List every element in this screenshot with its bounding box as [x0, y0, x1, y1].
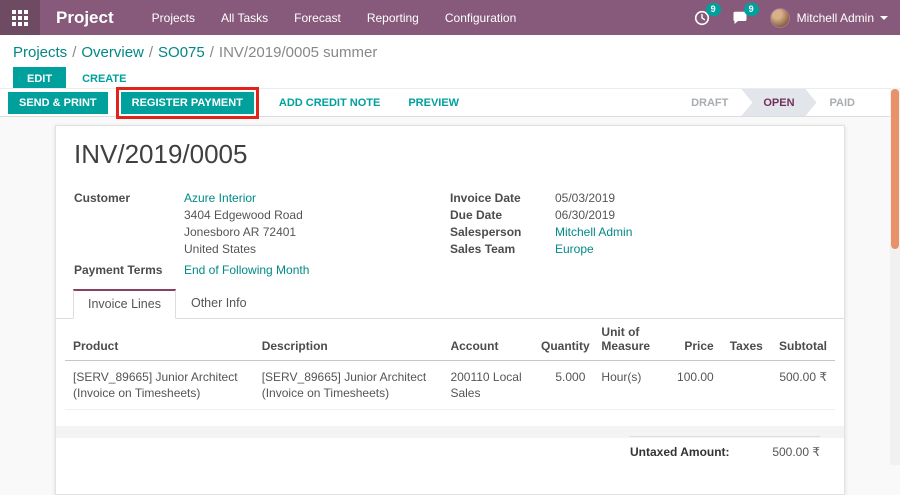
user-menu[interactable]: Mitchell Admin: [797, 11, 874, 25]
messages-button[interactable]: 9: [732, 2, 759, 26]
cell-product: [SERV_89665] Junior Architect (Invoice o…: [65, 360, 254, 410]
control-panel: Projects / Overview / SO075/INV/2019/0005 su…: [0, 35, 900, 114]
invoice-lines-table: Product Description Account Quantity Uni…: [65, 319, 835, 410]
apps-menu-button[interactable]: [0, 0, 40, 35]
invoice-sheet: INV/2019/0005 Customer Azure Interior 34…: [55, 125, 845, 495]
status-pipeline: DRAFT OPEN PAID: [678, 89, 868, 116]
app-name[interactable]: Project: [56, 8, 114, 28]
register-payment-highlight: REGISTER PAYMENT: [115, 86, 259, 119]
activities-button[interactable]: 9: [694, 2, 721, 26]
table-header-row: Product Description Account Quantity Uni…: [65, 319, 835, 361]
preview-button[interactable]: PREVIEW: [408, 97, 459, 109]
menu-item-all-tasks[interactable]: All Tasks: [221, 11, 268, 25]
payment-terms-label: Payment Terms: [74, 263, 163, 277]
status-draft[interactable]: DRAFT: [678, 89, 741, 116]
messages-badge: 9: [743, 2, 759, 16]
invoice-number: INV/2019/0005: [74, 139, 248, 169]
payment-terms-link[interactable]: End of Following Month: [184, 262, 309, 279]
due-date-label: Due Date: [450, 208, 503, 222]
activities-badge: 9: [705, 2, 721, 16]
cell-price: 100.00: [665, 360, 722, 410]
invoice-date-label: Invoice Date: [450, 191, 521, 205]
col-unit-of-measure[interactable]: Unit of Measure: [593, 319, 666, 361]
tab-other-info[interactable]: Other Info: [176, 289, 262, 319]
salesperson-label: Salesperson: [450, 225, 522, 239]
status-paid[interactable]: PAID: [817, 89, 868, 116]
customer-address-line: United States: [184, 242, 257, 256]
vertical-scrollbar[interactable]: [890, 88, 900, 465]
col-price[interactable]: Price: [665, 319, 722, 361]
invoice-statusbar: SEND & PRINT REGISTER PAYMENT ADD CREDIT…: [0, 86, 900, 119]
untaxed-amount-label: Untaxed Amount:: [630, 445, 730, 459]
due-date-value: 06/30/2019: [555, 208, 616, 222]
cell-taxes: [721, 360, 764, 410]
customer-label: Customer: [74, 191, 131, 205]
breadcrumb-overview[interactable]: Overview: [81, 44, 144, 61]
breadcrumb-so075[interactable]: SO075: [158, 44, 205, 61]
sales-team-label: Sales Team: [450, 242, 516, 256]
menu-item-reporting[interactable]: Reporting: [367, 11, 419, 25]
breadcrumb: Projects / Overview / SO075/INV/2019/0005 su…: [13, 44, 378, 61]
notebook-tabs: Invoice Lines Other Info: [56, 289, 844, 319]
tab-invoice-lines[interactable]: Invoice Lines: [73, 289, 176, 319]
invoice-fields-right: Invoice Date 05/03/2019 Due Date 06/30/2…: [450, 190, 826, 279]
cell-description: [SERV_89665] Junior Architect (Invoice o…: [253, 360, 443, 410]
cell-account: 200110 Local Sales: [442, 360, 534, 410]
customer-link[interactable]: Azure Interior: [184, 191, 256, 205]
scrollbar-thumb[interactable]: [891, 89, 899, 249]
invoice-totals: Untaxed Amount: 500.00 ₹: [630, 436, 820, 459]
col-description[interactable]: Description: [253, 319, 443, 361]
cell-quantity: 5.000: [533, 360, 594, 410]
apps-grid-icon: [12, 9, 28, 26]
col-subtotal[interactable]: Subtotal: [763, 319, 835, 361]
sales-team-link[interactable]: Europe: [555, 241, 594, 258]
menu-item-projects[interactable]: Projects: [152, 11, 195, 25]
col-product[interactable]: Product: [65, 319, 254, 361]
menu-item-forecast[interactable]: Forecast: [294, 11, 341, 25]
col-quantity[interactable]: Quantity: [533, 319, 594, 361]
invoice-fields-left: Customer Azure Interior 3404 Edgewood Ro…: [74, 190, 450, 279]
add-credit-note-button[interactable]: ADD CREDIT NOTE: [279, 97, 380, 109]
create-button[interactable]: CREATE: [82, 73, 126, 85]
untaxed-amount-value: 500.00 ₹: [772, 445, 820, 459]
col-account[interactable]: Account: [442, 319, 534, 361]
user-menu-caret-icon: [880, 15, 888, 20]
top-menu: Projects All Tasks Forecast Reporting Co…: [152, 11, 517, 25]
register-payment-button[interactable]: REGISTER PAYMENT: [120, 91, 254, 114]
cell-uom: Hour(s): [593, 360, 666, 410]
send-print-button[interactable]: SEND & PRINT: [8, 91, 108, 114]
menu-item-configuration[interactable]: Configuration: [445, 11, 516, 25]
user-avatar[interactable]: [769, 7, 790, 28]
customer-address-line: Jonesboro AR 72401: [184, 225, 297, 239]
invoice-date-value: 05/03/2019: [555, 191, 616, 205]
breadcrumb-current: INV/2019/0005 summer: [218, 44, 378, 61]
col-taxes[interactable]: Taxes: [721, 319, 764, 361]
salesperson-link[interactable]: Mitchell Admin: [555, 224, 632, 241]
cell-subtotal: 500.00 ₹: [763, 360, 835, 410]
table-row[interactable]: [SERV_89665] Junior Architect (Invoice o…: [65, 360, 835, 410]
status-open[interactable]: OPEN: [741, 89, 816, 116]
breadcrumb-projects[interactable]: Projects: [13, 44, 67, 61]
customer-address-line: 3404 Edgewood Road: [184, 208, 303, 222]
top-navbar: Project Projects All Tasks Forecast Repo…: [0, 0, 900, 35]
